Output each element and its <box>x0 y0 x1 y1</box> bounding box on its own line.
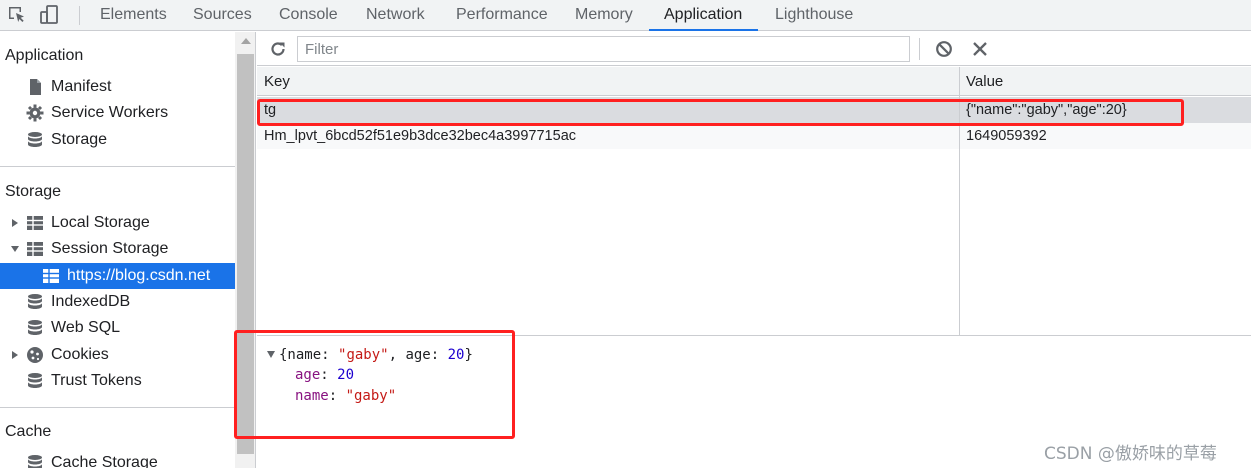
sidebar-item-label: Manifest <box>51 78 112 95</box>
database-icon <box>28 132 42 147</box>
sidebar-item-label: Session Storage <box>51 240 169 257</box>
sidebar-item-web-sql[interactable]: Web SQL <box>0 315 235 341</box>
sidebar-item-label: https://blog.csdn.net <box>67 267 211 284</box>
sidebar-divider <box>0 407 235 408</box>
key-cell: Hm_lpvt_6bcd52f51e9b3dce32bec4a3997715ac <box>264 128 577 144</box>
collapse-arrow-icon[interactable] <box>11 246 19 252</box>
cookie-icon <box>27 347 43 363</box>
column-divider[interactable] <box>959 67 960 336</box>
tab-application[interactable]: Application <box>664 0 742 31</box>
tab-network[interactable]: Network <box>366 0 425 31</box>
table-grid-icon <box>27 216 43 230</box>
sidebar-divider <box>0 166 235 167</box>
active-tab-indicator <box>649 29 758 31</box>
property-name: name: "gaby" <box>295 388 397 404</box>
column-header-key[interactable]: Key <box>264 67 290 96</box>
inspect-element-icon[interactable] <box>6 4 28 26</box>
table-row[interactable]: Hm_lpvt_6bcd52f51e9b3dce32bec4a3997715ac… <box>257 123 1251 149</box>
sidebar-item-cookies[interactable]: Cookies <box>0 342 235 368</box>
storage-section-header: Storage <box>5 183 62 200</box>
application-section-header: Application <box>5 47 84 64</box>
expand-arrow-icon[interactable] <box>12 219 18 227</box>
database-icon <box>28 294 42 309</box>
filter-input[interactable] <box>297 36 910 62</box>
value-cell: {"name":"gaby","age":20} <box>966 102 1127 118</box>
database-icon <box>28 373 42 388</box>
manifest-file-icon <box>30 79 41 95</box>
application-sidebar: Application Manifest Service Workers Sto… <box>0 32 235 468</box>
column-header-value[interactable]: Value <box>966 67 1003 96</box>
device-toolbar-icon[interactable] <box>38 4 60 26</box>
sidebar-item-indexeddb[interactable]: IndexedDB <box>0 289 235 315</box>
property-age: age: 20 <box>295 367 355 383</box>
tab-lighthouse[interactable]: Lighthouse <box>775 0 853 31</box>
sidebar-scrollbar[interactable] <box>235 32 256 468</box>
storage-data-grid: Key Value tg {"name":"gaby","age":20} Hm… <box>257 67 1251 336</box>
watermark: CSDN @傲娇味的草莓 <box>1044 444 1217 464</box>
devtools-tab-bar: Elements Sources Console Network Perform… <box>0 0 1251 31</box>
scroll-up-arrow-icon[interactable] <box>241 38 251 44</box>
sidebar-item-label: Storage <box>51 131 108 148</box>
table-grid-icon <box>43 269 59 283</box>
tab-console[interactable]: Console <box>279 0 338 31</box>
tab-elements[interactable]: Elements <box>100 0 167 31</box>
cache-section-header: Cache <box>5 423 52 440</box>
sidebar-item-trust-tokens[interactable]: Trust Tokens <box>0 368 235 394</box>
database-icon <box>28 455 42 468</box>
gear-icon <box>26 104 44 122</box>
sidebar-item-label: Trust Tokens <box>51 372 142 389</box>
sidebar-item-label: IndexedDB <box>51 293 131 310</box>
collapse-arrow-icon[interactable] <box>267 351 275 358</box>
sidebar-item-cache-storage[interactable]: Cache Storage <box>0 450 235 468</box>
sidebar-item-manifest[interactable]: Manifest <box>0 74 235 100</box>
sidebar-item-service-workers[interactable]: Service Workers <box>0 100 235 126</box>
tab-memory[interactable]: Memory <box>575 0 633 31</box>
key-cell: tg <box>264 102 277 118</box>
value-cell: 1649059392 <box>966 128 1047 144</box>
refresh-icon[interactable] <box>269 40 287 58</box>
sidebar-item-label: Cache Storage <box>51 454 158 468</box>
sidebar-item-blog-csdn-origin[interactable]: https://blog.csdn.net <box>0 263 235 289</box>
clear-all-icon[interactable] <box>935 40 953 58</box>
table-grid-icon <box>27 242 43 256</box>
sidebar-item-label: Local Storage <box>51 214 150 231</box>
database-icon <box>28 320 42 335</box>
sidebar-item-local-storage[interactable]: Local Storage <box>0 210 235 236</box>
sidebar-item-session-storage[interactable]: Session Storage <box>0 236 235 262</box>
scrollbar-thumb[interactable] <box>237 54 254 454</box>
toolbar-divider <box>919 38 920 60</box>
sidebar-item-label: Service Workers <box>51 104 169 121</box>
grid-header: Key Value <box>257 67 1251 96</box>
delete-selected-icon[interactable] <box>971 40 989 58</box>
object-summary[interactable]: {name: "gaby", age: 20} <box>279 345 473 365</box>
expand-arrow-icon[interactable] <box>12 351 18 359</box>
sidebar-item-storage-overview[interactable]: Storage <box>0 127 235 153</box>
tab-performance[interactable]: Performance <box>456 0 548 31</box>
tab-sources[interactable]: Sources <box>193 0 252 31</box>
storage-toolbar <box>257 32 1251 66</box>
table-row[interactable]: tg {"name":"gaby","age":20} <box>257 97 1251 123</box>
sidebar-item-label: Web SQL <box>51 319 121 336</box>
sidebar-item-label: Cookies <box>51 346 109 363</box>
toolbar-divider <box>79 6 80 25</box>
